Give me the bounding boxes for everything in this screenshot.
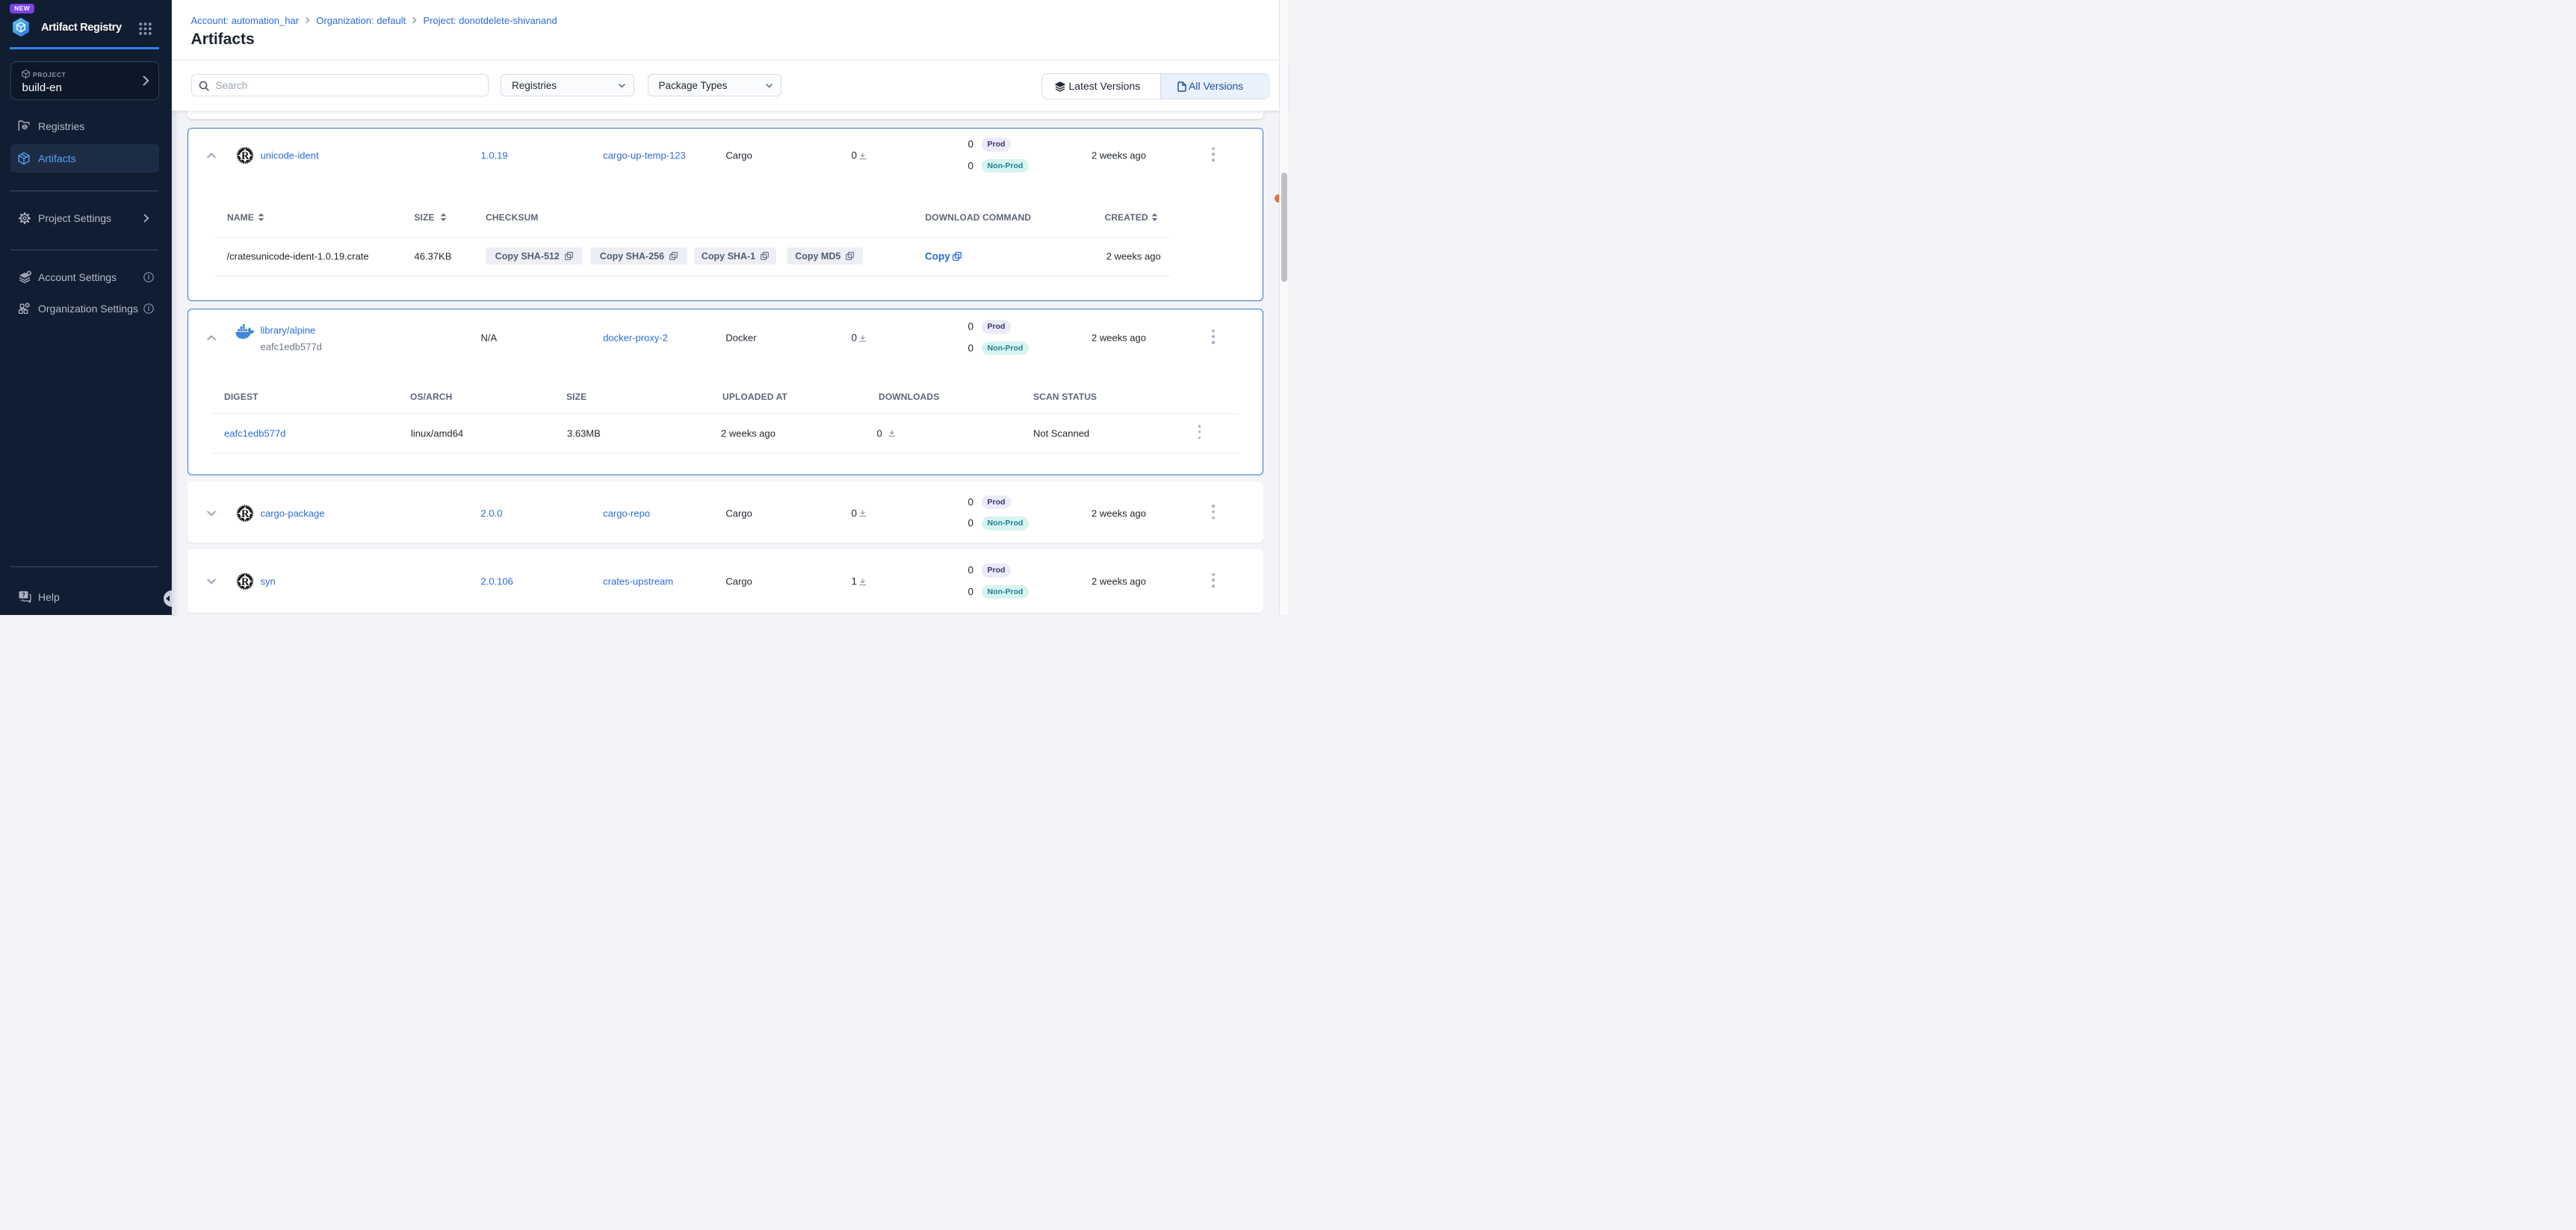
svg-text:?: ? [22, 592, 25, 599]
